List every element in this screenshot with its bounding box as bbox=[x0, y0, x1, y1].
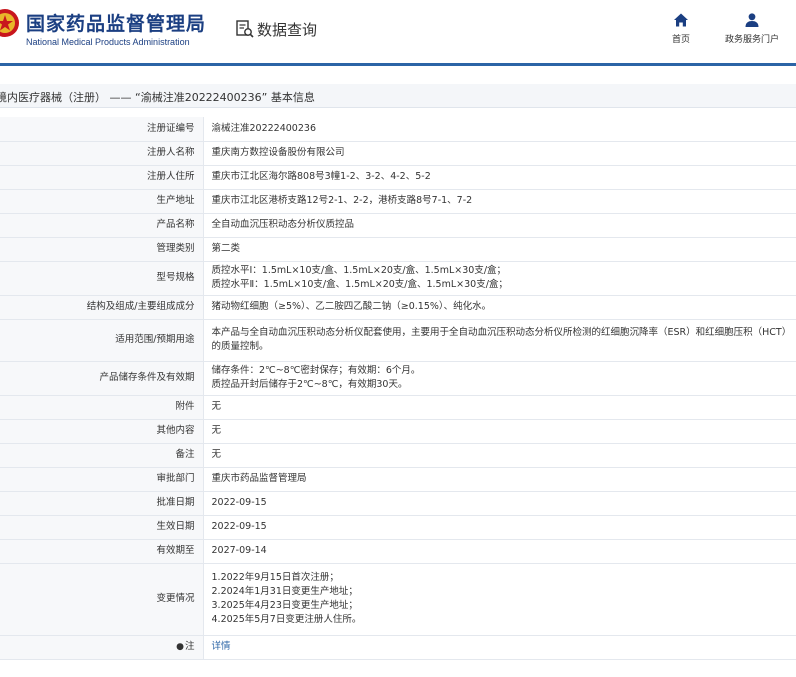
field-label: 批准日期 bbox=[0, 491, 204, 516]
bullet-icon: ● bbox=[176, 642, 184, 652]
brand-title-en: National Medical Products Administration bbox=[26, 37, 190, 47]
section-header: 境内医疗器械（注册） —— “渝械注准20222400236” 基本信息 bbox=[0, 84, 796, 108]
field-label: 产品储存条件及有效期 bbox=[0, 361, 204, 396]
field-value: 2027-09-14 bbox=[203, 539, 796, 564]
field-label: 其他内容 bbox=[0, 419, 204, 444]
field-value-line: 2027-09-14 bbox=[211, 545, 267, 556]
table-row: 附件无 bbox=[0, 395, 796, 420]
field-value-line: 2022-09-15 bbox=[211, 497, 267, 508]
table-row: 产品名称 全自动血沉压积动态分析仪质控品 bbox=[0, 213, 796, 238]
table-row: 适用范围/预期用途 本产品与全自动血沉压积动态分析仪配套使用，主要用于全自动血沉压… bbox=[0, 319, 796, 362]
field-value: 储存条件：2℃~8℃密封保存；有效期：6个月。 质控品开封后储存于2℃~8℃，有效… bbox=[203, 361, 796, 396]
field-value-line: 无 bbox=[211, 401, 222, 412]
field-value-line: 2.2024年1月31日变更生产地址； bbox=[211, 586, 358, 597]
field-label: 注册证编号 bbox=[0, 117, 204, 142]
field-value-line: 质控品开封后储存于2℃~8℃，有效期30天。 bbox=[211, 379, 408, 390]
field-value: 第二类 bbox=[203, 237, 796, 262]
field-value-line: 重庆市江北区港桥支路12号2-1、2-2，港桥支路8号7-1、7-2 bbox=[211, 195, 473, 206]
table-row: 变更情况 1.2022年9月15日首次注册； 2.2024年1月31日变更生产地址；… bbox=[0, 563, 796, 636]
field-value: 2022-09-15 bbox=[203, 515, 796, 540]
table-row: 批准日期 2022-09-15 bbox=[0, 491, 796, 516]
user-icon bbox=[745, 13, 759, 27]
field-value: 重庆南方数控设备股份有限公司 bbox=[203, 141, 796, 166]
field-value: 1.2022年9月15日首次注册； 2.2024年1月31日变更生产地址； 3.20… bbox=[203, 563, 796, 636]
field-value: 2022-09-15 bbox=[203, 491, 796, 516]
note-label: 注 bbox=[184, 641, 195, 652]
field-value-line: 重庆南方数控设备股份有限公司 bbox=[211, 147, 345, 158]
field-value: 无 bbox=[203, 419, 796, 444]
field-label: 审批部门 bbox=[0, 467, 204, 492]
field-value: 重庆市江北区港桥支路12号2-1、2-2，港桥支路8号7-1、7-2 bbox=[203, 189, 796, 214]
field-value-line: 本产品与全自动血沉压积动态分析仪配套使用，主要用于全自动血沉压积动态分析仪所检测… bbox=[211, 327, 787, 352]
table-row: 生效日期 2022-09-15 bbox=[0, 515, 796, 540]
section-title: 境内医疗器械（注册） —— “渝械注准20222400236” 基本信息 bbox=[0, 91, 315, 104]
nav-home-link[interactable]: 首页 bbox=[651, 12, 711, 45]
field-value-line: 4.2025年5月7日变更注册人住所。 bbox=[211, 614, 362, 625]
field-value-line: 2022-09-15 bbox=[211, 521, 267, 532]
detail-table: 注册证编号 渝械注准20222400236 注册人名称 重庆南方数控设备股份有限公司注… bbox=[0, 117, 796, 660]
nav-home-label: 首页 bbox=[671, 35, 690, 45]
table-row: 注册证编号 渝械注准20222400236 bbox=[0, 117, 796, 142]
field-value-line: 渝械注准20222400236 bbox=[211, 122, 317, 134]
field-value-line: 重庆市江北区海尔路808号3幢1-2、3-2、4-2、5-2 bbox=[211, 171, 431, 182]
field-label: 附件 bbox=[0, 395, 204, 420]
field-value: 无 bbox=[203, 395, 796, 420]
field-value: 猪动物红细胞（≥5%）、乙二胺四乙酸二钠（≥0.15%）、纯化水。 bbox=[203, 295, 796, 320]
data-query-title: 数据查询 bbox=[257, 21, 318, 39]
field-value-line: 猪动物红细胞（≥5%）、乙二胺四乙酸二钠（≥0.15%）、纯化水。 bbox=[211, 301, 492, 312]
table-row: 产品储存条件及有效期 储存条件：2℃~8℃密封保存；有效期：6个月。 质控品开封后储… bbox=[0, 361, 796, 396]
field-value-line: 重庆市药品监督管理局 bbox=[211, 473, 307, 484]
note-value-cell: 详情 bbox=[203, 635, 796, 660]
field-value: 质控水平Ⅰ：1.5mL×10支/盒、1.5mL×20支/盒、1.5mL×30支/… bbox=[203, 261, 796, 296]
home-icon bbox=[674, 13, 688, 27]
field-value-line: 第二类 bbox=[211, 243, 241, 254]
field-label: 变更情况 bbox=[0, 563, 204, 636]
table-row: 审批部门 重庆市药品监督管理局 bbox=[0, 467, 796, 492]
field-value: 全自动血沉压积动态分析仪质控品 bbox=[203, 213, 796, 238]
field-value: 本产品与全自动血沉压积动态分析仪配套使用，主要用于全自动血沉压积动态分析仪所检测… bbox=[203, 319, 796, 362]
note-label-cell: ●注 bbox=[0, 635, 204, 660]
brand-title-cn: 国家药品监督管理局 bbox=[26, 13, 207, 35]
field-label: 生产地址 bbox=[0, 189, 204, 214]
field-value-line: 储存条件：2℃~8℃密封保存；有效期：6个月。 bbox=[211, 365, 421, 376]
table-row: 管理类别 第二类 bbox=[0, 237, 796, 262]
field-value: 无 bbox=[203, 443, 796, 468]
table-row: 型号规格 质控水平Ⅰ：1.5mL×10支/盒、1.5mL×20支/盒、1.5mL×… bbox=[0, 261, 796, 296]
field-label: 产品名称 bbox=[0, 213, 204, 238]
nav-service-portal-link[interactable]: 政务服务门户 bbox=[722, 12, 782, 45]
details-link[interactable]: 详情 bbox=[212, 641, 231, 652]
site-header: 国家药品监督管理局 National Medical Products Admi… bbox=[0, 0, 796, 66]
field-value-line: 质控水平Ⅰ：1.5mL×10支/盒、1.5mL×20支/盒、1.5mL×30支/… bbox=[211, 265, 507, 276]
table-row-note: ●注 详情 bbox=[0, 635, 796, 660]
field-label: 注册人住所 bbox=[0, 165, 204, 190]
table-row: 注册人住所 重庆市江北区海尔路808号3幢1-2、3-2、4-2、5-2 bbox=[0, 165, 796, 190]
field-value-line: 无 bbox=[211, 425, 222, 436]
data-query-icon bbox=[236, 20, 254, 38]
field-value: 渝械注准20222400236 bbox=[203, 117, 796, 142]
table-row: 生产地址 重庆市江北区港桥支路12号2-1、2-2，港桥支路8号7-1、7-2 bbox=[0, 189, 796, 214]
field-label: 适用范围/预期用途 bbox=[0, 319, 204, 362]
nav-service-portal-label: 政务服务门户 bbox=[724, 35, 779, 45]
field-value-line: 全自动血沉压积动态分析仪质控品 bbox=[211, 219, 355, 230]
field-value-line: 无 bbox=[211, 449, 222, 460]
table-row: 注册人名称 重庆南方数控设备股份有限公司 bbox=[0, 141, 796, 166]
field-label: 型号规格 bbox=[0, 261, 204, 296]
field-value: 重庆市药品监督管理局 bbox=[203, 467, 796, 492]
field-label: 备注 bbox=[0, 443, 204, 468]
field-value: 重庆市江北区海尔路808号3幢1-2、3-2、4-2、5-2 bbox=[203, 165, 796, 190]
table-row: 其他内容无 bbox=[0, 419, 796, 444]
table-row: 结构及组成/主要组成成分 猪动物红细胞（≥5%）、乙二胺四乙酸二钠（≥0.15%）… bbox=[0, 295, 796, 320]
field-label: 生效日期 bbox=[0, 515, 204, 540]
field-value-line: 质控水平Ⅱ：1.5mL×10支/盒、1.5mL×20支/盒、1.5mL×30支/… bbox=[211, 279, 508, 290]
field-label: 有效期至 bbox=[0, 539, 204, 564]
table-row: 备注无 bbox=[0, 443, 796, 468]
emblem-logo-icon bbox=[0, 9, 19, 37]
field-label: 结构及组成/主要组成成分 bbox=[0, 295, 204, 320]
field-value-line: 1.2022年9月15日首次注册； bbox=[211, 572, 339, 583]
field-label: 管理类别 bbox=[0, 237, 204, 262]
field-value-line: 3.2025年4月23日变更生产地址； bbox=[211, 600, 358, 611]
field-label: 注册人名称 bbox=[0, 141, 204, 166]
table-row: 有效期至 2027-09-14 bbox=[0, 539, 796, 564]
